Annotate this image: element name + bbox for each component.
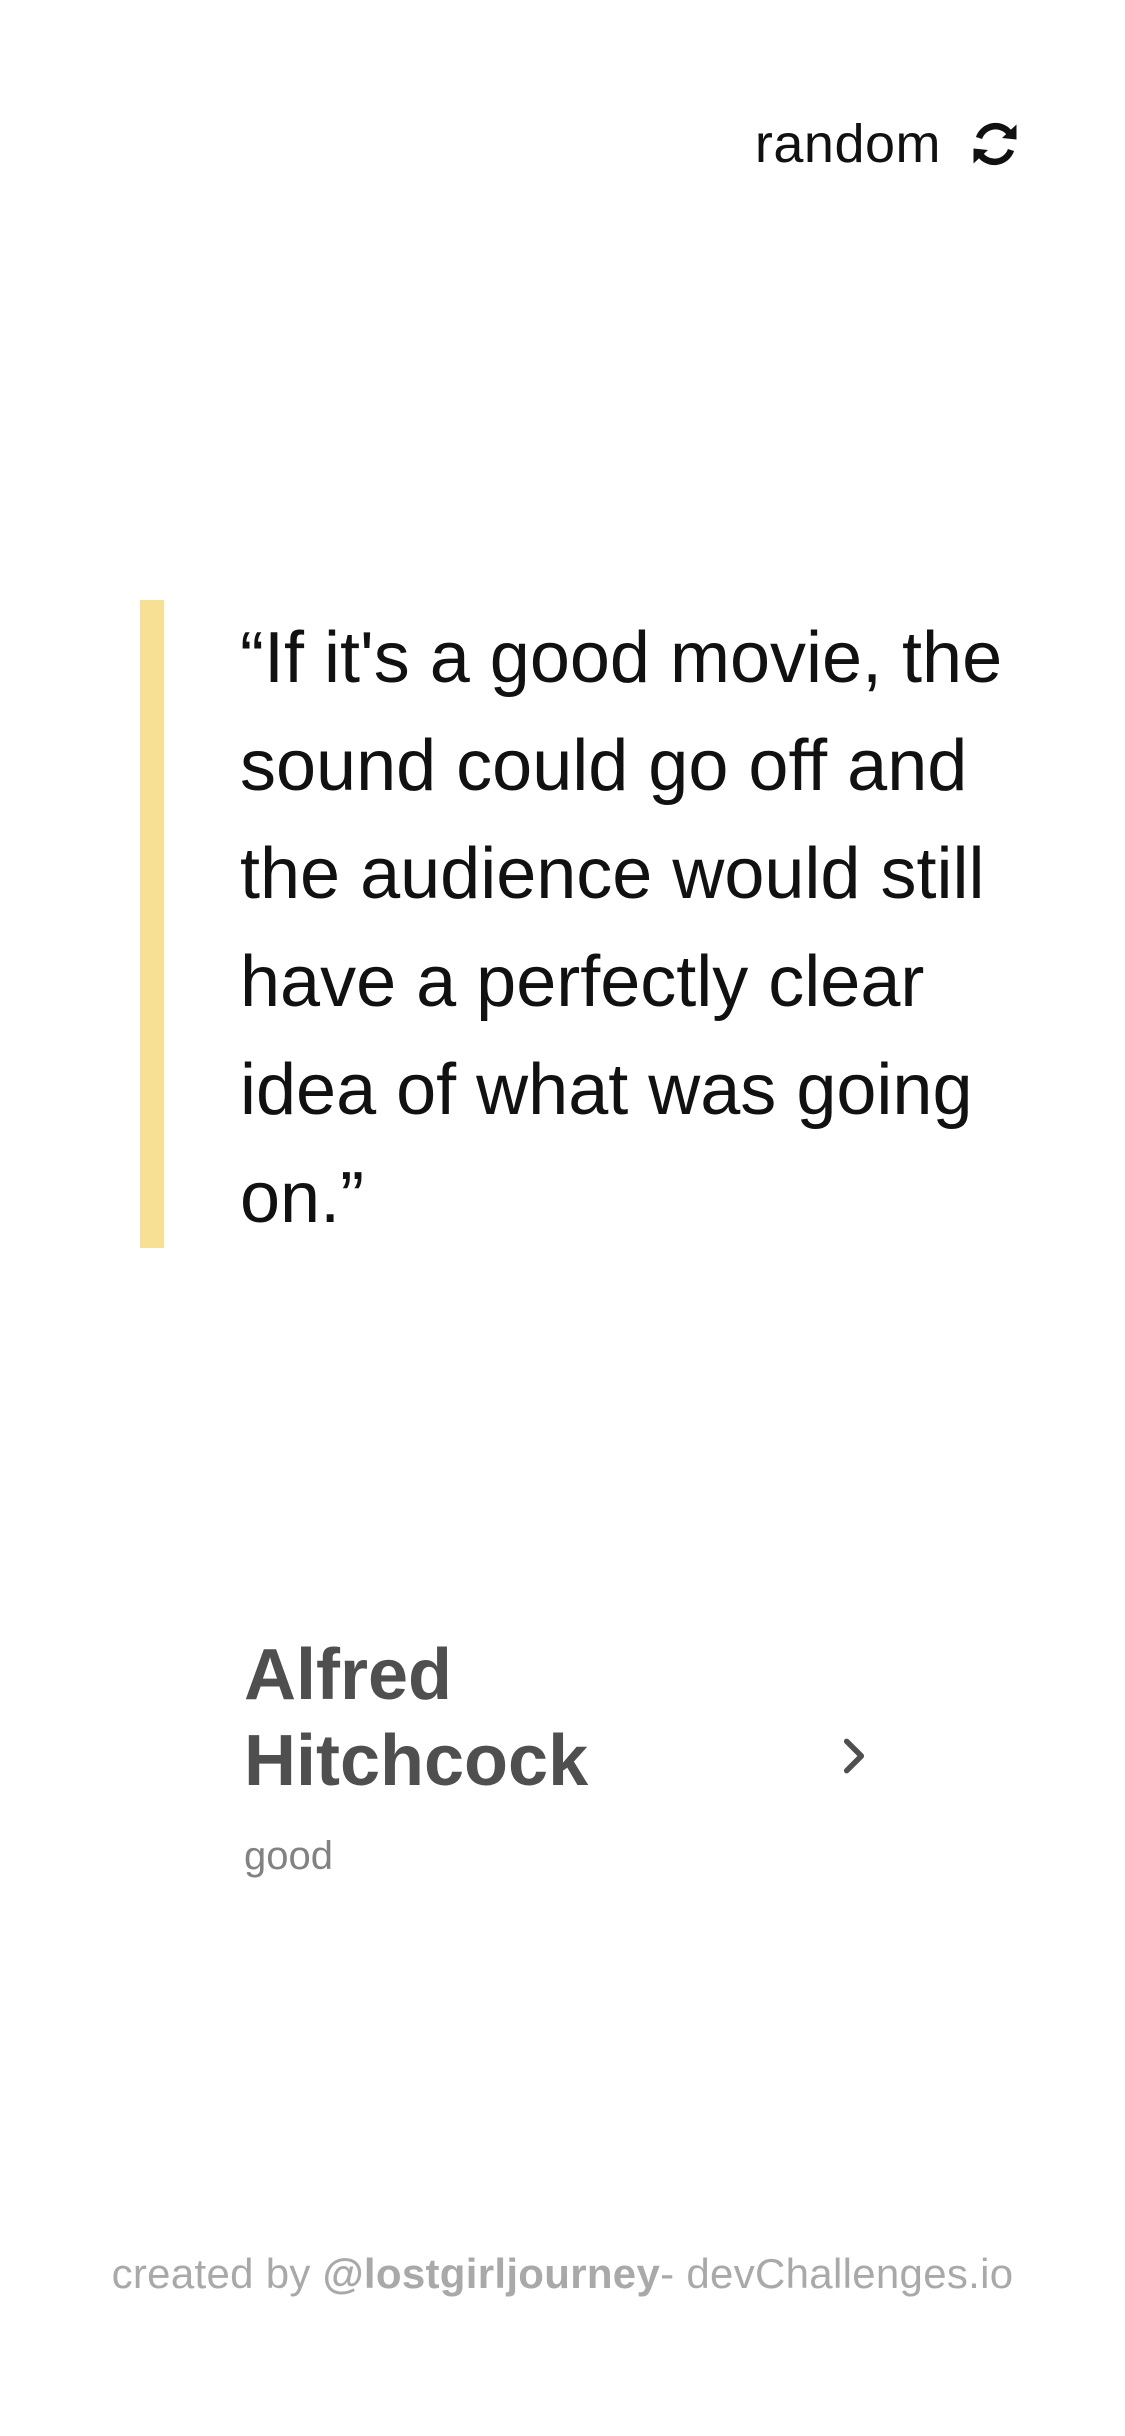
refresh-icon xyxy=(973,122,1017,166)
random-label: random xyxy=(754,114,941,174)
footer-username-link[interactable]: @lostgirljourney xyxy=(323,2250,660,2297)
footer-prefix: created by xyxy=(111,2250,323,2297)
author-genre: good xyxy=(244,1834,333,1878)
random-button[interactable]: random xyxy=(755,112,1025,176)
quote-accent-bar xyxy=(140,600,164,1248)
quote-text: “If it's a good movie, the sound could g… xyxy=(240,618,1003,1238)
footer-suffix: - devChallenges.io xyxy=(660,2250,1014,2297)
footer-credit: created by @lostgirljourney- devChalleng… xyxy=(0,2250,1125,2298)
chevron-right-icon xyxy=(843,1738,865,1774)
author-name: Alfred Hitchcock xyxy=(244,1635,589,1801)
author-link[interactable]: Alfred Hitchcock good xyxy=(244,1632,884,1892)
